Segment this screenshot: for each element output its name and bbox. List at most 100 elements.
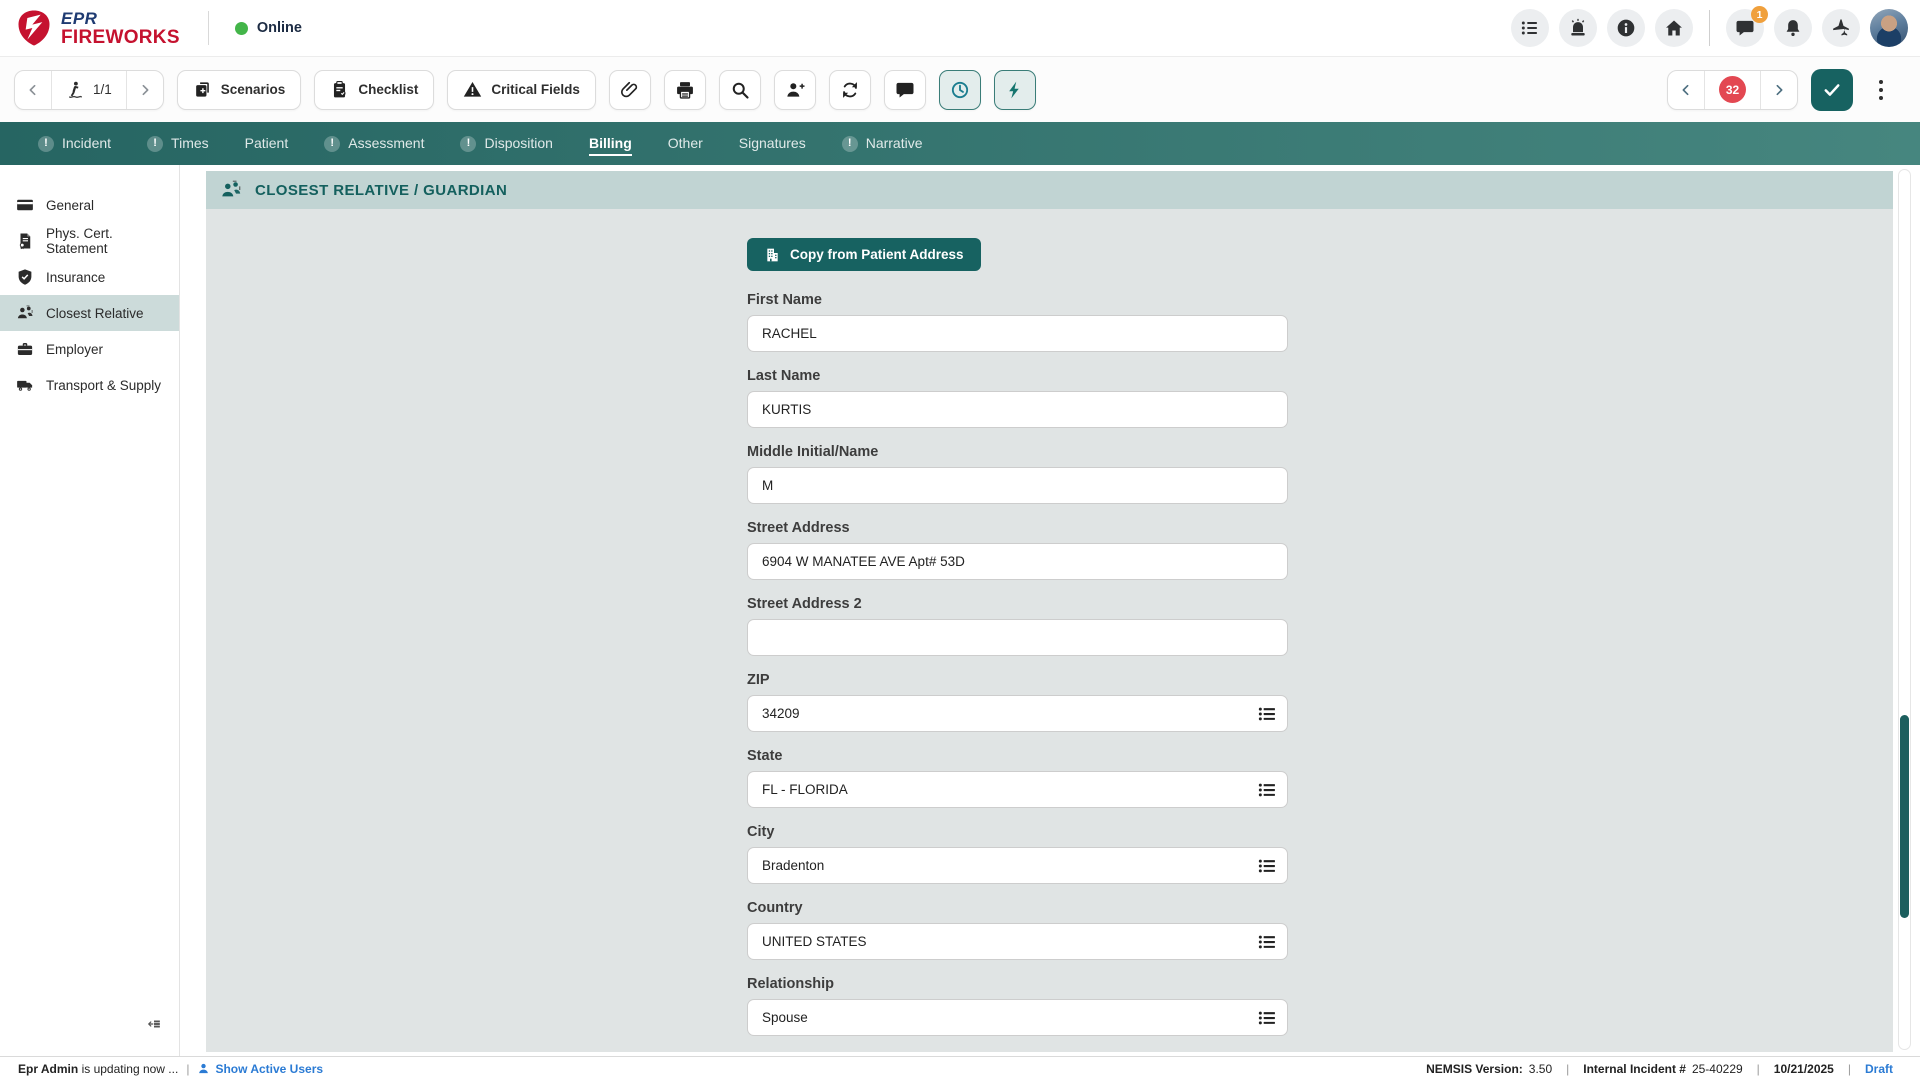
menu-list-button[interactable] (1511, 9, 1549, 47)
field-relationship: Relationship (747, 976, 1288, 1036)
nemsis-version-label: NEMSIS Version: (1426, 1062, 1523, 1076)
shield-check-icon (16, 268, 34, 286)
validation-prev-button[interactable] (1668, 71, 1704, 109)
user-avatar[interactable] (1870, 9, 1908, 47)
scenarios-button[interactable]: Scenarios (177, 70, 302, 110)
people-icon (16, 304, 34, 322)
sidebar-item-phys-cert-statement[interactable]: Phys. Cert. Statement (0, 223, 179, 259)
search-button[interactable] (719, 70, 761, 110)
check-icon (1822, 80, 1842, 100)
state-input[interactable] (747, 771, 1288, 808)
checklist-button[interactable]: Checklist (314, 70, 434, 110)
tab-other[interactable]: Other (668, 122, 703, 165)
sidebar-item-general[interactable]: General (0, 187, 179, 223)
collapse-sidebar-icon (145, 1017, 163, 1031)
state-lookup-button[interactable] (1257, 780, 1277, 800)
tab-billing[interactable]: Billing (589, 122, 632, 165)
city-lookup-button[interactable] (1257, 856, 1277, 876)
show-active-users-link[interactable]: Show Active Users (197, 1062, 323, 1076)
relationship-input[interactable] (747, 999, 1288, 1036)
vertical-scrollbar[interactable] (1898, 169, 1911, 1050)
refresh-icon (840, 80, 860, 100)
record-prev-button[interactable] (15, 71, 51, 109)
fireworks-logo-icon (14, 8, 54, 48)
sidebar-item-insurance[interactable]: Insurance (0, 259, 179, 295)
status-bar: Epr Admin is updating now ... | Show Act… (0, 1056, 1920, 1080)
person-icon (197, 1062, 210, 1075)
header-icons-divider (1709, 10, 1710, 46)
tab-narrative[interactable]: !Narrative (842, 122, 923, 165)
alert-badge: ! (460, 136, 476, 152)
sidebar-item-transport-supply[interactable]: Transport & Supply (0, 367, 179, 403)
field-street-address-2: Street Address 2 (747, 596, 1288, 656)
sidebar-item-employer[interactable]: Employer (0, 331, 179, 367)
field-zip: ZIP (747, 672, 1288, 732)
app-root: EPR FIREWORKS Online 1 (0, 0, 1920, 1080)
tab-disposition[interactable]: !Disposition (460, 122, 552, 165)
street-address-2-input[interactable] (747, 619, 1288, 656)
tab-times[interactable]: !Times (147, 122, 209, 165)
alerts-siren-button[interactable] (1559, 9, 1597, 47)
info-button[interactable] (1607, 9, 1645, 47)
copy-from-patient-address-button[interactable]: Copy from Patient Address (747, 238, 981, 271)
notifications-button[interactable] (1774, 9, 1812, 47)
messages-button[interactable]: 1 (1726, 9, 1764, 47)
list-picker-icon (1257, 856, 1277, 876)
warning-icon (463, 80, 482, 99)
country-input[interactable] (747, 923, 1288, 960)
chevron-left-icon (1678, 82, 1694, 98)
zip-lookup-button[interactable] (1257, 704, 1277, 724)
more-options-button[interactable] (1866, 70, 1896, 110)
sync-button[interactable] (829, 70, 871, 110)
brand-name-bottom: FIREWORKS (61, 28, 180, 47)
print-button[interactable] (664, 70, 706, 110)
tab-patient[interactable]: Patient (245, 122, 289, 165)
active-user-name: Epr Admin (18, 1062, 78, 1076)
add-person-button[interactable] (774, 70, 816, 110)
sidebar-collapse-button[interactable] (145, 1017, 163, 1034)
alert-badge: ! (38, 136, 54, 152)
certificate-document-icon (16, 232, 34, 250)
street-address-input[interactable] (747, 543, 1288, 580)
list-picker-icon (1257, 932, 1277, 952)
quick-actions-button[interactable] (994, 70, 1036, 110)
record-next-button[interactable] (127, 71, 163, 109)
chevron-right-icon (137, 82, 153, 98)
comments-button[interactable] (884, 70, 926, 110)
draft-status-link[interactable]: Draft (1865, 1062, 1893, 1076)
nemsis-version-value: 3.50 (1529, 1062, 1552, 1076)
last-name-input[interactable] (747, 391, 1288, 428)
relationship-lookup-button[interactable] (1257, 1008, 1277, 1028)
tab-assessment[interactable]: !Assessment (324, 122, 424, 165)
middle-initial-input[interactable] (747, 467, 1288, 504)
tab-signatures[interactable]: Signatures (739, 122, 806, 165)
critical-fields-button[interactable]: Critical Fields (447, 70, 596, 110)
home-button[interactable] (1655, 9, 1693, 47)
tab-incident[interactable]: !Incident (38, 122, 111, 165)
paperclip-icon (620, 80, 640, 100)
scrollbar-thumb[interactable] (1900, 715, 1909, 918)
first-name-input[interactable] (747, 315, 1288, 352)
field-city: City (747, 824, 1288, 884)
info-icon (1616, 18, 1636, 38)
page-body: General Phys. Cert. Statement Insurance … (0, 165, 1920, 1056)
validation-next-button[interactable] (1761, 71, 1797, 109)
time-tracking-button[interactable] (939, 70, 981, 110)
chat-bubble-icon (895, 80, 915, 100)
country-lookup-button[interactable] (1257, 932, 1277, 952)
city-input[interactable] (747, 847, 1288, 884)
airplane-icon (1831, 18, 1851, 38)
field-label: First Name (747, 292, 1288, 308)
sidebar-item-label: Phys. Cert. Statement (46, 226, 169, 256)
chat-icon (1735, 18, 1755, 38)
save-confirm-button[interactable] (1811, 69, 1853, 111)
list-picker-icon (1257, 704, 1277, 724)
zip-input[interactable] (747, 695, 1288, 732)
attachments-button[interactable] (609, 70, 651, 110)
validation-pager: 32 (1667, 70, 1798, 110)
sidebar-item-closest-relative[interactable]: Closest Relative (0, 295, 179, 331)
incident-meta: NEMSIS Version: 3.50 | Internal Incident… (1426, 1062, 1893, 1076)
record-counter-label: 1/1 (93, 82, 112, 97)
flight-mode-button[interactable] (1822, 9, 1860, 47)
field-label: City (747, 824, 1288, 840)
